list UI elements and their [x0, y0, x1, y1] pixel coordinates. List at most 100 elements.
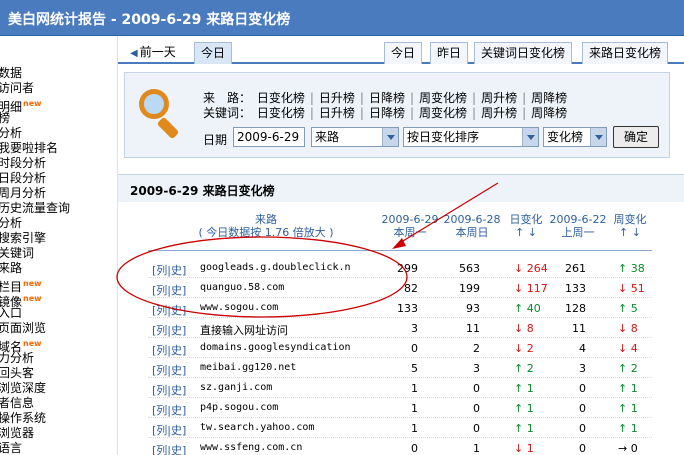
sidebar-item[interactable]: 明细new [0, 96, 42, 114]
history-link[interactable]: 史 [171, 324, 182, 337]
arrow-up-icon: ↑ [514, 382, 527, 395]
tab-source-rank[interactable]: 来路日变化榜 [582, 42, 669, 64]
sidebar-item[interactable]: 语言 [0, 441, 22, 455]
source-link[interactable]: domains.googlesyndication [200, 342, 351, 353]
list-link[interactable]: 列 [156, 284, 167, 297]
day-change: ↑ 1 [514, 402, 534, 415]
sidebar-item[interactable]: 者信息 [0, 396, 34, 411]
sidebar-item[interactable]: 浏览器 [0, 426, 34, 441]
prev-day-tab[interactable]: ◀ 前一天 [124, 42, 182, 64]
list-link[interactable]: 列 [156, 384, 167, 397]
type-select[interactable]: 来路 [311, 127, 399, 147]
rank-link[interactable]: 日升榜 [319, 91, 355, 105]
list-link[interactable]: 列 [156, 344, 167, 357]
rank-link[interactable]: 日降榜 [369, 106, 405, 120]
rank-link[interactable]: 周升榜 [481, 106, 517, 120]
sidebar-item[interactable]: 访问者 [0, 81, 34, 96]
sort-select[interactable]: 按日变化排序 [403, 127, 539, 147]
sidebar-item[interactable]: 回头客 [0, 366, 34, 381]
rank-link[interactable]: 日变化榜 [257, 91, 305, 105]
list-link[interactable]: 列 [156, 364, 167, 377]
source-link[interactable]: p4p.sogou.com [200, 402, 278, 413]
sidebar-item[interactable]: 周月分析 [0, 186, 46, 201]
chevron-down-icon[interactable] [522, 128, 538, 146]
tab-today-active[interactable]: 今日 [194, 42, 233, 64]
day-change-value: 1 [526, 382, 534, 395]
sidebar-item[interactable]: 镜像new [0, 291, 42, 309]
col-d3-header[interactable]: 2009-6-22 上周一 [548, 213, 608, 239]
history-link[interactable]: 史 [171, 404, 182, 417]
source-link[interactable]: tw.search.yahoo.com [200, 422, 314, 433]
sidebar-item-label: 时段分析 [0, 156, 47, 170]
col-weekchg-sort-icon[interactable]: ↑ ↓ [608, 226, 652, 239]
history-link[interactable]: 史 [171, 284, 182, 297]
sidebar-item[interactable]: 数据 [0, 66, 22, 81]
sidebar-item[interactable]: 分析 [0, 216, 22, 231]
chevron-down-icon[interactable] [382, 128, 398, 146]
sidebar-item[interactable]: 力分析 [0, 351, 34, 366]
sidebar-item[interactable]: 页面浏览 [0, 321, 46, 336]
date-input[interactable] [233, 127, 305, 147]
source-link[interactable]: googleads.g.doubleclick.n [200, 262, 351, 273]
rank-select[interactable]: 变化榜 [543, 127, 607, 147]
rank-link[interactable]: 周降榜 [531, 106, 567, 120]
source-link[interactable]: meibai.gg120.net [200, 362, 296, 373]
history-link[interactable]: 史 [171, 444, 182, 455]
tab-keyword-rank[interactable]: 关键词日变化榜 [474, 42, 573, 64]
col-weekchg-header[interactable]: 周变化 ↑ ↓ [608, 213, 652, 239]
tab-yesterday[interactable]: 昨日 [430, 42, 469, 64]
history-link[interactable]: 史 [171, 364, 182, 377]
row-actions: [列|史] [152, 364, 187, 377]
today-count: 133 [397, 302, 418, 315]
rank-link[interactable]: 周升榜 [481, 91, 517, 105]
sidebar-item[interactable]: 我要啦排名 [0, 141, 58, 156]
sidebar-item[interactable]: 历史流量查询 [0, 201, 70, 216]
confirm-button[interactable]: 确定 [613, 126, 660, 148]
col-source-header[interactable]: 来路 ( 今日数据按 1.76 倍放大 ) [186, 213, 346, 239]
source-link[interactable]: 直接输入网址访问 [200, 322, 288, 338]
history-link[interactable]: 史 [171, 424, 182, 437]
list-link[interactable]: 列 [156, 264, 167, 277]
list-link[interactable]: 列 [156, 424, 167, 437]
source-link[interactable]: quanguo.58.com [200, 282, 284, 293]
col-d1-header[interactable]: 2009-6-29 本周一 [380, 213, 440, 239]
history-link[interactable]: 史 [171, 384, 182, 397]
col-daychg-sort-icon[interactable]: ↑ ↓ [504, 226, 548, 239]
source-link[interactable]: www.ssfeng.com.cn [200, 442, 302, 453]
list-link[interactable]: 列 [156, 324, 167, 337]
sidebar-item[interactable]: 域名new [0, 336, 42, 354]
sidebar-item[interactable]: 入口 [0, 306, 22, 321]
chevron-down-icon[interactable] [590, 128, 606, 146]
tab-today[interactable]: 今日 [384, 42, 423, 64]
list-link[interactable]: 列 [156, 304, 167, 317]
list-link[interactable]: 列 [156, 444, 167, 455]
sidebar-item-label: 分析 [0, 126, 23, 140]
arrow-up-icon: ↑ [618, 402, 631, 415]
rank-link[interactable]: 日升榜 [319, 106, 355, 120]
type-select-value: 来路 [315, 130, 340, 144]
history-link[interactable]: 史 [171, 344, 182, 357]
sidebar-item[interactable]: 榜 [0, 111, 10, 126]
col-daychg-header[interactable]: 日变化 ↑ ↓ [504, 213, 548, 239]
sidebar-item[interactable]: 搜索引擎 [0, 231, 46, 246]
sidebar-item[interactable]: 日段分析 [0, 171, 46, 186]
sidebar-item[interactable]: 来路 [0, 261, 22, 276]
rank-link[interactable]: 周降榜 [531, 91, 567, 105]
rank-link[interactable]: 日变化榜 [257, 106, 305, 120]
sidebar-item[interactable]: 分析 [0, 126, 22, 141]
rank-link[interactable]: 周变化榜 [419, 91, 467, 105]
list-link[interactable]: 列 [156, 404, 167, 417]
sidebar-item[interactable]: 栏目new [0, 276, 42, 294]
sidebar-item[interactable]: 关键词 [0, 246, 34, 261]
sidebar-item[interactable]: 操作系统 [0, 411, 46, 426]
sidebar-item[interactable]: 时段分析 [0, 156, 46, 171]
source-link[interactable]: www.sogou.com [200, 302, 278, 313]
history-link[interactable]: 史 [171, 264, 182, 277]
source-link[interactable]: sz.ganji.com [200, 382, 272, 393]
sidebar-item[interactable]: 浏览深度 [0, 381, 46, 396]
col-d2-header[interactable]: 2009-6-28 本周日 [442, 213, 502, 239]
arrow-down-icon: ↓ [514, 282, 527, 295]
rank-link[interactable]: 周变化榜 [419, 106, 467, 120]
rank-link[interactable]: 日降榜 [369, 91, 405, 105]
history-link[interactable]: 史 [171, 304, 182, 317]
